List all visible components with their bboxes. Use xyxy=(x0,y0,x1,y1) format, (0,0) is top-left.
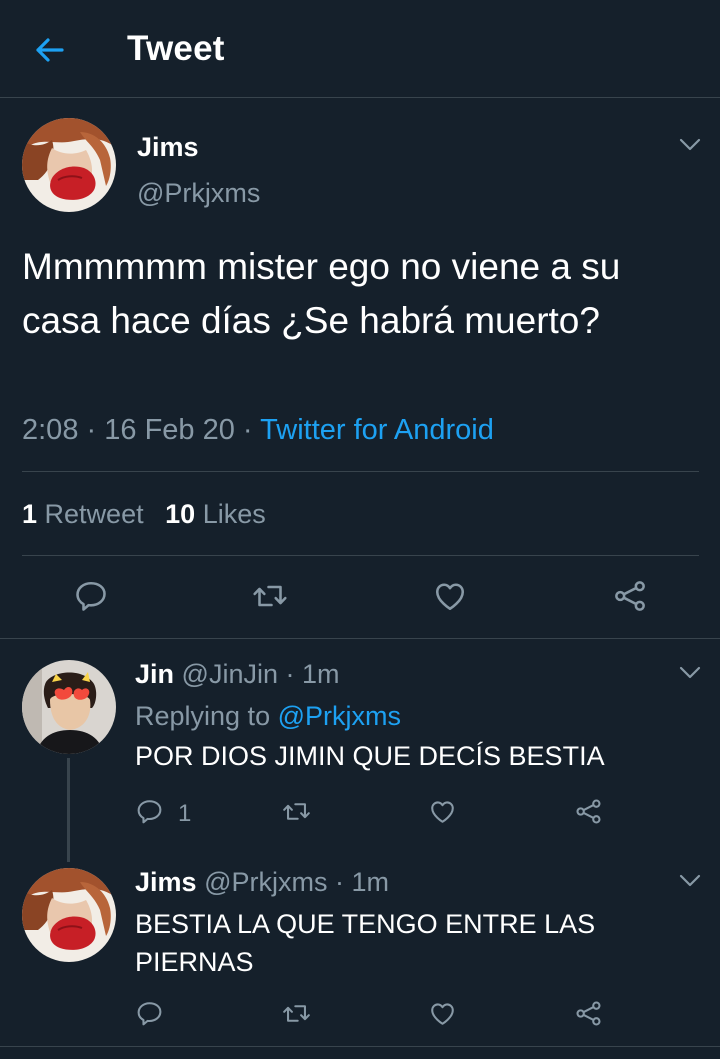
share-icon[interactable] xyxy=(574,999,603,1028)
retweets-label: Retweet xyxy=(44,499,144,529)
chevron-down-icon[interactable] xyxy=(678,873,702,889)
replying-label: Replying to xyxy=(135,701,271,731)
like-icon[interactable] xyxy=(432,578,468,614)
reply-age: 1m xyxy=(302,659,340,689)
like-icon[interactable] xyxy=(428,999,457,1028)
meta-dot: · xyxy=(86,414,97,446)
divider xyxy=(22,555,699,556)
replying-to-link[interactable]: @Prkjxms xyxy=(278,701,401,731)
tweet-source-link[interactable]: Twitter for Android xyxy=(260,414,494,446)
retweet-icon[interactable] xyxy=(282,999,311,1028)
author-handle[interactable]: @Prkjxms xyxy=(137,178,260,209)
retweets-stat[interactable]: 1 Retweet xyxy=(22,499,151,529)
share-icon[interactable] xyxy=(574,797,603,826)
divider xyxy=(0,638,720,639)
reply-author-handle[interactable]: @JinJin xyxy=(182,659,278,689)
page-title: Tweet xyxy=(127,29,225,68)
reply-age: 1m xyxy=(351,867,390,897)
divider xyxy=(22,471,699,472)
chevron-down-icon[interactable] xyxy=(678,665,702,681)
reply-author-name[interactable]: Jims xyxy=(135,867,197,897)
thread-line xyxy=(67,758,70,862)
retweet-icon[interactable] xyxy=(282,797,311,826)
reply-icon[interactable] xyxy=(73,578,109,614)
likes-stat[interactable]: 10 Likes xyxy=(165,499,266,529)
reply-icon[interactable] xyxy=(135,797,164,826)
meta-dot: · xyxy=(242,414,253,446)
tweet-date: 16 Feb 20 xyxy=(104,414,235,446)
reply-header: Jin @JinJin · 1m xyxy=(135,659,340,690)
reply-author-handle[interactable]: @Prkjxms xyxy=(204,867,327,897)
share-icon[interactable] xyxy=(612,578,648,614)
reply-text: POR DIOS JIMIN QUE DECÍS BESTIA xyxy=(135,741,605,771)
like-icon[interactable] xyxy=(428,797,457,826)
retweet-icon[interactable] xyxy=(252,578,288,614)
reply-text: BESTIA LA QUE TENGO ENTRE LAS PIERNAS xyxy=(135,909,596,977)
retweets-count: 1 xyxy=(22,499,38,529)
replying-to: Replying to @Prkjxms xyxy=(135,701,401,732)
arrow-left-icon[interactable] xyxy=(32,33,66,67)
divider xyxy=(0,1046,720,1047)
avatar[interactable] xyxy=(22,868,116,962)
avatar[interactable] xyxy=(22,660,116,754)
top-bar: Tweet xyxy=(0,0,720,98)
author-name[interactable]: Jims xyxy=(137,132,199,163)
reply-author-name[interactable]: Jin xyxy=(135,659,174,689)
tweet-text: Mmmmmm mister ego no viene a su casa hac… xyxy=(22,246,621,341)
reply-header: Jims @Prkjxms · 1m xyxy=(135,867,389,898)
meta-dot: · xyxy=(285,659,295,689)
likes-label: Likes xyxy=(202,499,266,529)
meta-dot: · xyxy=(334,867,344,897)
chevron-down-icon[interactable] xyxy=(678,137,702,153)
tweet-stats: 1 Retweet 10 Likes xyxy=(22,499,266,530)
likes-count: 10 xyxy=(165,499,196,529)
tweet-time: 2:08 xyxy=(22,414,79,446)
reply-icon[interactable] xyxy=(135,999,164,1028)
reply-count: 1 xyxy=(178,800,192,827)
tweet-meta: 2:08 · 16 Feb 20 · Twitter for Android xyxy=(22,414,494,447)
avatar[interactable] xyxy=(22,118,116,212)
